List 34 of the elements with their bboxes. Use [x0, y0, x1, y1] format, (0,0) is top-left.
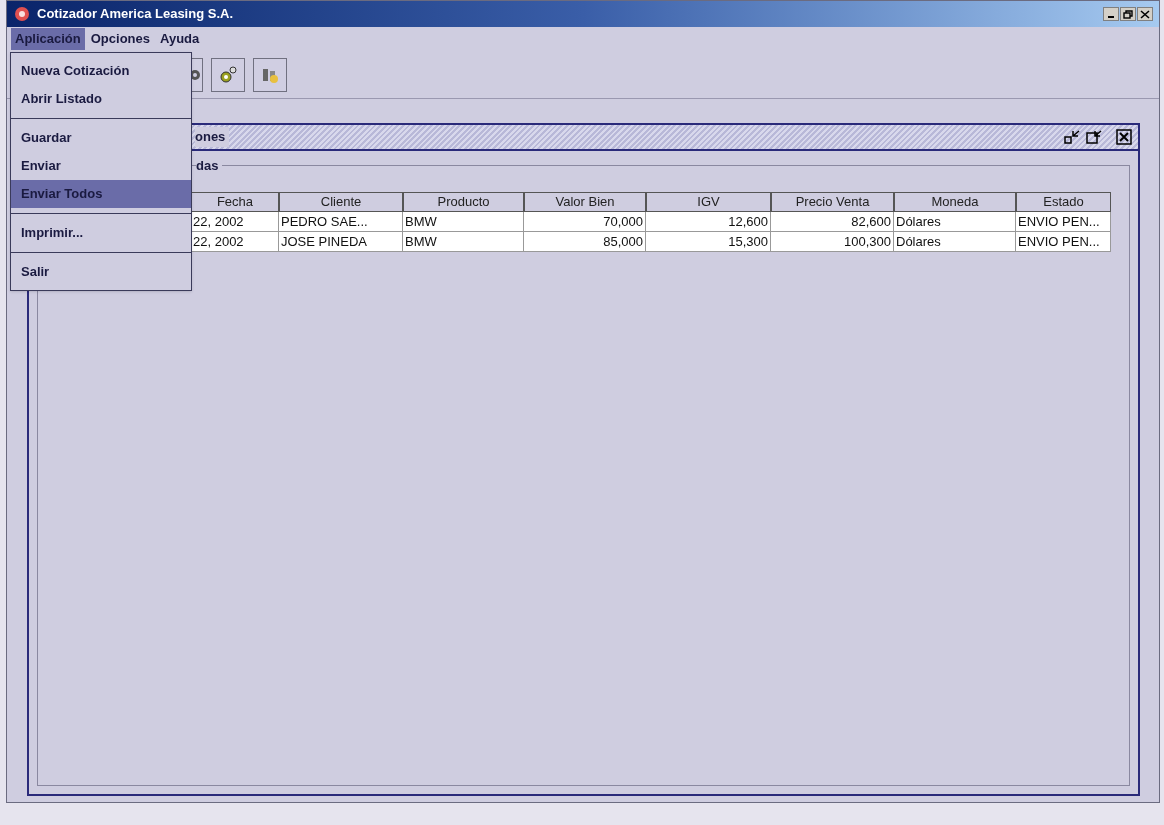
table-cell: 85,000 [524, 232, 646, 252]
column-header[interactable]: Cliente [279, 192, 403, 212]
table-cell: ENVIO PEN... [1016, 212, 1111, 232]
column-header[interactable]: Moneda [894, 192, 1016, 212]
table-cell: BMW [403, 232, 524, 252]
table-cell: PEDRO SAE... [279, 212, 403, 232]
table-cell: 15,300 [646, 232, 771, 252]
table-cell: 100,300 [771, 232, 894, 252]
column-header[interactable]: Precio Venta [771, 192, 894, 212]
table-cell: BMW [403, 212, 524, 232]
table-cell: Dólares [894, 232, 1016, 252]
menu-bar-item[interactable]: Ayuda [156, 28, 204, 50]
column-header[interactable]: IGV [646, 192, 771, 212]
table-cell: JOSE PINEDA [279, 232, 403, 252]
window-title: Cotizador America Leasing S.A. [37, 5, 233, 24]
column-header[interactable]: Valor Bien [524, 192, 646, 212]
table-cell: 22, 2002 [191, 232, 279, 252]
column-header[interactable]: Producto [403, 192, 524, 212]
column-header[interactable]: Fecha [191, 192, 279, 212]
table-cell: 22, 2002 [191, 212, 279, 232]
table-cell: 12,600 [646, 212, 771, 232]
table-cell: 70,000 [524, 212, 646, 232]
table-cell: 82,600 [771, 212, 894, 232]
menu-item[interactable]: Salir [11, 258, 191, 286]
table-cell: ENVIO PEN... [1016, 232, 1111, 252]
frame-title: ones [195, 127, 230, 147]
menu-item[interactable]: Imprimir... [11, 219, 191, 247]
menu-item[interactable]: Guardar [11, 124, 191, 152]
menu-bar-item[interactable]: Opciones [86, 28, 154, 50]
menu-item[interactable]: Enviar [11, 152, 191, 180]
column-header[interactable]: Estado [1016, 192, 1111, 212]
menu-item[interactable]: Abrir Listado [11, 85, 191, 113]
menu-item[interactable]: Nueva Cotización [11, 57, 191, 85]
table-cell: Dólares [894, 212, 1016, 232]
